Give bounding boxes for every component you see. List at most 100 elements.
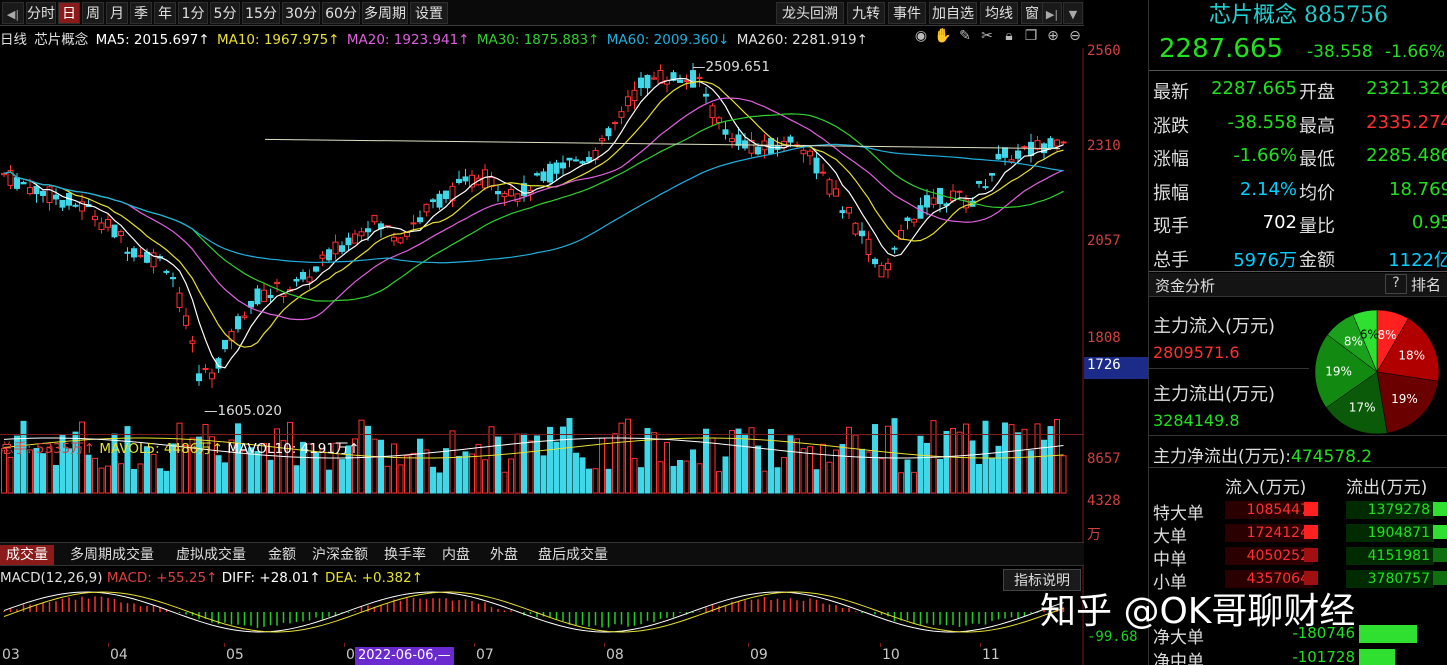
period-tab[interactable]: 5分: [210, 2, 240, 24]
inflow-swatch: [1304, 548, 1318, 562]
candle-body: [644, 74, 651, 89]
net-flow-label: 净中单: [1153, 652, 1204, 665]
period-tab[interactable]: 1分: [178, 2, 208, 24]
period-tab[interactable]: 60分: [322, 2, 360, 24]
volume-bar: [92, 457, 98, 494]
prev-arrow-icon[interactable]: ◀|: [2, 2, 24, 24]
copy-icon[interactable]: ❐: [1020, 28, 1042, 44]
volume-bar: [989, 457, 995, 494]
candle-body: [599, 138, 605, 142]
period-tab[interactable]: 设置: [410, 2, 448, 24]
next-arrow-icon[interactable]: ▶|: [1042, 2, 1062, 24]
period-tab[interactable]: 月: [106, 2, 128, 24]
col-outflow-header: 流出(万元): [1346, 478, 1428, 498]
candle-body: [332, 241, 339, 255]
volume-bar: [891, 418, 898, 494]
tool-button[interactable]: 加自选: [929, 2, 977, 24]
current-price-tag: 1726: [1084, 357, 1148, 379]
volume-bar: [313, 451, 319, 494]
volume-tab[interactable]: 成交量: [0, 545, 54, 565]
volume-tab[interactable]: 换手率: [378, 545, 432, 565]
period-tab[interactable]: 日: [58, 2, 80, 24]
candle-body: [696, 76, 703, 80]
pie-slice-label: 6%: [1360, 327, 1379, 341]
volume-bar: [826, 461, 833, 494]
volume-bar: [956, 431, 963, 494]
volume-bar: [560, 426, 566, 494]
volume-bar: [833, 449, 839, 494]
hand-icon[interactable]: ✋: [932, 28, 954, 44]
time-axis-tick: [980, 643, 981, 647]
candle-body: [826, 179, 833, 195]
volume-bar: [709, 437, 716, 494]
candle-body: [248, 300, 254, 308]
draw-icon[interactable]: ✎: [954, 28, 976, 44]
volume-bar: [742, 433, 748, 494]
zoom-out-icon[interactable]: ⊖: [1064, 28, 1086, 44]
volume-bar: [1054, 419, 1060, 494]
candle-body: [137, 254, 144, 258]
volume-bar: [417, 438, 423, 494]
quote-value: 1122亿: [1388, 249, 1447, 271]
candle-body: [508, 189, 514, 197]
volume-bar: [625, 418, 631, 494]
period-tab[interactable]: 年: [154, 2, 176, 24]
candle-body: [436, 193, 443, 208]
volume-tab[interactable]: 盘后成交量: [532, 545, 614, 565]
period-tab[interactable]: 分时: [26, 2, 56, 24]
period-tab[interactable]: 30分: [282, 2, 320, 24]
candle-body: [735, 134, 742, 146]
quote-title: 芯片概念 885756: [1149, 0, 1447, 34]
dropdown-arrow-icon[interactable]: ▼: [1063, 2, 1083, 24]
net-outflow: 主力净流出(万元):474578.2: [1153, 442, 1372, 467]
lock-icon[interactable]: 🔒︎: [998, 28, 1020, 44]
volume-bar: [846, 426, 852, 494]
rank-button[interactable]: 排名: [1411, 274, 1441, 295]
ma60-value: MA60: 2009.360↓: [606, 32, 730, 48]
volume-tabs: 成交量 多周期成交量 虚拟成交量 金额 沪深金额 换手率 内盘 外盘 盘后成交量: [0, 542, 1084, 566]
outflow-value: 3284149.8: [1153, 411, 1240, 430]
period-tab[interactable]: 多周期: [362, 2, 408, 24]
candle-body: [53, 194, 59, 200]
volume-tab[interactable]: 多周期成交量: [64, 545, 160, 565]
volume-tab[interactable]: 金额: [262, 545, 302, 565]
tool-button[interactable]: 均线: [980, 2, 1018, 24]
inflow-value: 2809571.6: [1153, 343, 1240, 362]
volume-bar: [553, 441, 560, 494]
inflow-cell: 4050252: [1225, 547, 1313, 565]
volume-tab[interactable]: 外盘: [484, 545, 524, 565]
price-axis-label: 2310: [1087, 138, 1121, 154]
volume-bar: [358, 419, 365, 494]
volume-tab[interactable]: 沪深金额: [306, 545, 374, 565]
quote-label: 最新: [1153, 82, 1189, 103]
volume-tab[interactable]: 内盘: [436, 545, 476, 565]
volume-bar: [982, 420, 989, 494]
volume-bar: [943, 430, 950, 494]
diff-value: DIFF: +28.01↑: [221, 570, 321, 586]
candle-body: [27, 187, 33, 195]
volume-bar: [969, 440, 976, 494]
chart-tools: ◉ ✋ ✎ ✂ 🔒︎ ❐ ⊕ ⊖: [910, 28, 1086, 48]
candle-body: [189, 340, 196, 344]
period-tab[interactable]: 15分: [242, 2, 280, 24]
candle-body: [196, 373, 202, 382]
period-tab[interactable]: 季: [130, 2, 152, 24]
volume-bar: [592, 468, 599, 494]
volume-bar: [690, 449, 696, 494]
help-button[interactable]: ?: [1385, 274, 1407, 294]
tool-button[interactable]: 龙头回溯: [776, 2, 844, 24]
tool-button[interactable]: 事件: [888, 2, 926, 24]
mavol5: MAVOL5: 4486万↑: [99, 441, 224, 457]
scissors-icon[interactable]: ✂: [976, 28, 998, 44]
time-axis-tick: [224, 643, 225, 647]
zoom-in-icon[interactable]: ⊕: [1042, 28, 1064, 44]
candle-body: [651, 77, 657, 80]
index-title: 芯片概念: [1209, 3, 1298, 28]
period-tab[interactable]: 周: [82, 2, 104, 24]
volume-bar: [163, 470, 170, 494]
eye-icon[interactable]: ◉: [910, 28, 932, 44]
tool-button[interactable]: 九转: [847, 2, 885, 24]
tool-button[interactable]: 窗: [1021, 2, 1043, 24]
candle-body: [547, 163, 553, 183]
volume-tab[interactable]: 虚拟成交量: [170, 545, 252, 565]
